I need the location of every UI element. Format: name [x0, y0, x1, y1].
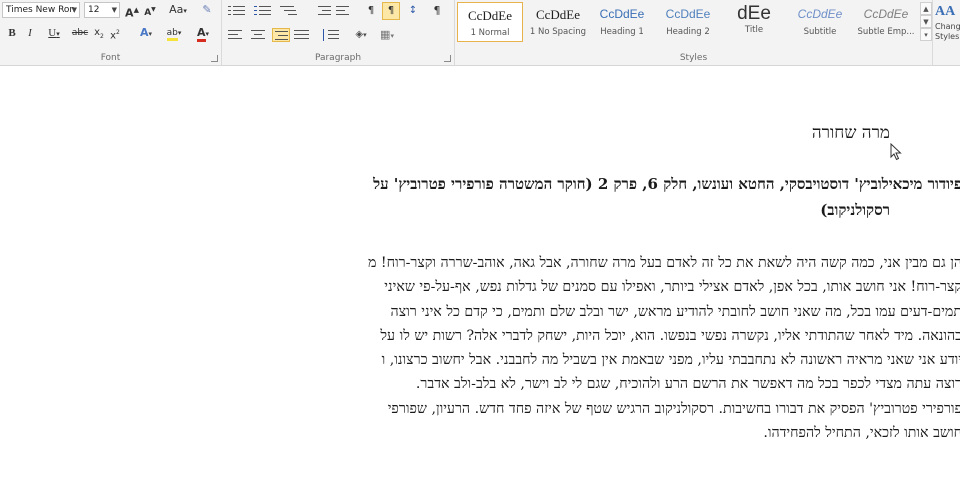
style-no-spacing[interactable]: CcDdEe 1 No Spacing	[525, 2, 591, 42]
font-size-combo[interactable]: 12 ▼	[84, 2, 120, 18]
styles-group: CcDdEe 1 Normal CcDdEe 1 No Spacing CcDd…	[455, 0, 933, 66]
font-size-value: 12	[88, 5, 100, 15]
show-formatting-marks-button[interactable]: ¶	[428, 2, 446, 20]
font-color-button[interactable]: A▾	[190, 24, 216, 42]
body-line: חושב אותו לזכאי, התחיל להפחידהו.	[763, 425, 960, 441]
strikethrough-button[interactable]: abc	[70, 24, 90, 42]
increase-indent-icon[interactable]	[336, 4, 354, 18]
body-line: פורפירי פטרוביץ' הפסיק את דבורו בחשיבות.…	[387, 401, 960, 417]
style-heading-2[interactable]: CcDdEe Heading 2	[655, 2, 721, 42]
document-page[interactable]: מרה שחורה פיודור מיכאילוביץ' דוסטויבסקי,…	[0, 67, 960, 480]
paragraph-group-label: Paragraph	[314, 53, 362, 63]
left-to-right-button[interactable]: ¶	[362, 2, 380, 20]
chevron-down-icon: ▼	[71, 6, 77, 14]
multilevel-list-icon[interactable]	[280, 4, 298, 18]
style-subtitle[interactable]: CcDdEe Subtitle	[787, 2, 853, 42]
change-styles-icon: AA	[935, 4, 956, 19]
align-center-icon[interactable]	[250, 28, 268, 42]
change-styles-label: Change Styles	[935, 22, 960, 41]
chevron-down-icon: ▼	[111, 6, 117, 14]
body-line: בהונאה. מיד לאחר שהתודתי אליו, נקשרה נפש…	[380, 328, 960, 344]
body-line: קצר-רוח! אני חושב אותו, בכל אפן, לאדם אצ…	[384, 279, 960, 295]
style-subtle-emphasis[interactable]: CcDdEe Subtle Emp...	[853, 2, 919, 42]
gallery-down-icon[interactable]: ▼	[920, 15, 932, 28]
body-line: תמים-דעים עמו בכל, מה שאני חושב לחובתי ל…	[390, 304, 960, 320]
italic-button[interactable]: I	[22, 24, 38, 42]
gallery-up-icon[interactable]: ▲	[920, 2, 932, 15]
style-title[interactable]: dEe Title	[721, 2, 787, 42]
subscript-button[interactable]: x2	[92, 24, 106, 42]
gallery-more-icon[interactable]: ▾	[920, 28, 932, 41]
shading-icon[interactable]: ◈▾	[350, 26, 372, 44]
shrink-font-button[interactable]: A▼	[142, 1, 158, 19]
font-name-combo[interactable]: Times New Ron ▼	[2, 2, 80, 18]
body-line: רוצה עתה מצדי לכפר בכל מה דאפשר את הרשם …	[415, 376, 960, 392]
mouse-pointer-icon	[890, 143, 902, 161]
ribbon: Times New Ron ▼ 12 ▼ A▲ A▼ Aa▾ ✎ B I U▾ …	[0, 0, 960, 66]
paragraph-group: ¶ ¶ ↕ ¶ ◈▾ ▦▾ Paragraph	[222, 0, 455, 66]
superscript-button[interactable]: x2	[108, 24, 122, 42]
heading-line: רסקולניקוב)	[820, 201, 890, 219]
text-effects-button[interactable]: A▾	[134, 24, 158, 42]
justify-icon[interactable]	[294, 28, 312, 42]
decrease-indent-icon[interactable]	[314, 4, 332, 18]
styles-gallery-scroll: ▲ ▼ ▾	[920, 2, 932, 42]
font-name-value: Times New Ron	[6, 5, 76, 15]
bullets-icon[interactable]	[228, 4, 246, 18]
highlight-color-button[interactable]: ab▾	[160, 24, 188, 42]
underline-button[interactable]: U▾	[42, 24, 66, 42]
bold-button[interactable]: B	[4, 24, 20, 42]
font-group-label: Font	[100, 53, 121, 63]
heading-line: פיודור מיכאילוביץ' דוסטויבסקי, החטא ועונ…	[373, 175, 960, 193]
body-line: הן גם מבין אני, כמה קשה היה לשאת את כל ז…	[367, 255, 960, 271]
styles-group-label: Styles	[679, 53, 708, 63]
style-heading-1[interactable]: CcDdEe Heading 1	[589, 2, 655, 42]
change-case-button[interactable]: Aa▾	[166, 1, 190, 19]
document-title: מרה שחורה	[811, 123, 890, 143]
font-group: Times New Ron ▼ 12 ▼ A▲ A▼ Aa▾ ✎ B I U▾ …	[0, 0, 222, 66]
line-spacing-icon[interactable]	[322, 28, 340, 42]
font-dialog-launcher-icon[interactable]	[211, 55, 218, 62]
sort-icon[interactable]: ↕	[404, 2, 422, 20]
right-to-left-button[interactable]: ¶	[382, 2, 400, 20]
numbering-icon[interactable]	[254, 4, 272, 18]
align-left-icon[interactable]	[228, 28, 246, 42]
grow-font-button[interactable]: A▲	[124, 1, 140, 20]
borders-icon[interactable]: ▦▾	[376, 26, 398, 44]
align-right-icon[interactable]	[272, 28, 290, 42]
change-styles-button[interactable]: AA Change Styles	[935, 2, 960, 62]
style-normal[interactable]: CcDdEe 1 Normal	[457, 2, 523, 42]
body-line: יודע אני שאני מראיה ראשונה לא נתחבבתי על…	[381, 352, 960, 368]
paragraph-dialog-launcher-icon[interactable]	[444, 55, 451, 62]
clear-formatting-icon[interactable]: ✎	[198, 1, 216, 19]
